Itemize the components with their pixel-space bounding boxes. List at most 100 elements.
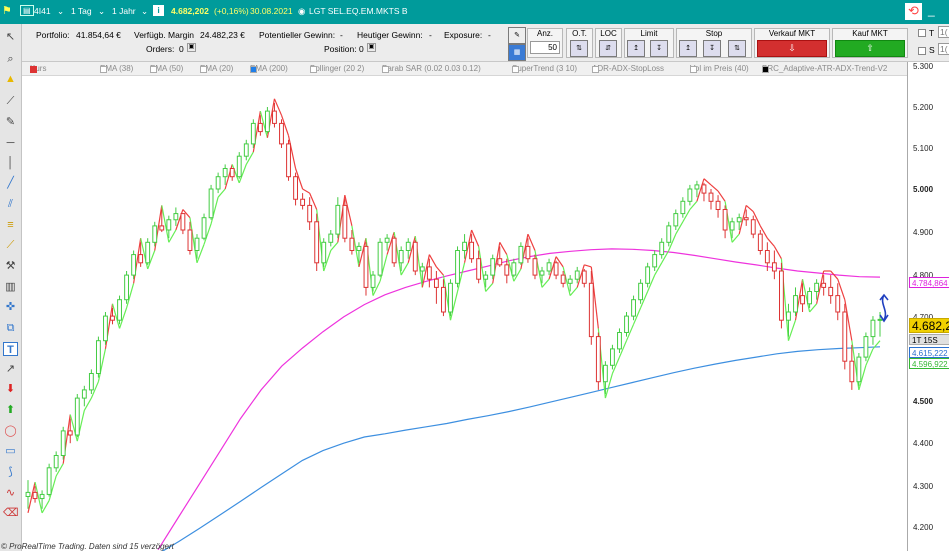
volume-icon[interactable]: ▥	[3, 280, 18, 294]
candle-body[interactable]	[159, 225, 165, 231]
zoom-icon[interactable]: ⌕	[3, 52, 18, 66]
candle-body[interactable]	[546, 262, 552, 272]
candle-body[interactable]	[560, 274, 566, 284]
chevron-down-icon[interactable]: ⌄	[141, 6, 148, 17]
candle-body[interactable]	[680, 200, 686, 215]
buy-market-button[interactable]: ⇧	[835, 40, 905, 57]
candle-body[interactable]	[25, 491, 31, 497]
candle-body[interactable]	[300, 198, 306, 206]
text-icon[interactable]: T	[3, 342, 18, 356]
candle-body[interactable]	[736, 217, 742, 223]
candle-body[interactable]	[349, 237, 355, 251]
copy-icon[interactable]: ⧉	[3, 321, 18, 335]
s-input[interactable]: 1(	[938, 43, 949, 55]
legend-checkbox[interactable]	[382, 66, 389, 73]
pencil-icon[interactable]: ✎	[3, 115, 18, 129]
candle-body[interactable]	[722, 209, 728, 231]
candle-body[interactable]	[377, 241, 383, 276]
candle-body[interactable]	[314, 221, 320, 264]
candle-body[interactable]	[715, 200, 721, 211]
gann-icon[interactable]: ⟋	[3, 238, 18, 252]
candle-body[interactable]	[356, 245, 362, 251]
candle-body[interactable]	[166, 219, 172, 231]
candle-body[interactable]	[448, 282, 453, 313]
candle-body[interactable]	[95, 340, 101, 375]
t-input[interactable]: 1(	[938, 26, 949, 38]
candle-body[interactable]	[476, 258, 482, 280]
legend-item[interactable]: Parab SAR (0.02 0.03 0.12)	[382, 64, 481, 73]
candle-body[interactable]	[504, 264, 510, 276]
candle-body[interactable]	[426, 266, 432, 280]
candle-body[interactable]	[553, 262, 559, 276]
candle-body[interactable]	[525, 245, 531, 260]
candle-body[interactable]	[455, 250, 460, 284]
candle-body[interactable]	[250, 122, 256, 145]
candle-body[interactable]	[631, 299, 636, 317]
candle-body[interactable]	[53, 455, 59, 469]
stop-sell-icon[interactable]: ↧	[703, 40, 721, 57]
alert-icon[interactable]: ▲	[3, 72, 18, 86]
candle-body[interactable]	[828, 286, 834, 297]
interval-selector[interactable]: 1 Tag	[71, 6, 92, 16]
candle-body[interactable]	[532, 258, 538, 276]
candle-body[interactable]	[67, 430, 73, 436]
candle-body[interactable]	[321, 241, 327, 264]
legend-item[interactable]: EMA (200)	[250, 64, 288, 73]
candle-body[interactable]	[272, 110, 277, 124]
eraser-icon[interactable]: ⌫	[3, 506, 19, 520]
channel-icon[interactable]: ⫽	[3, 197, 18, 211]
candle-body[interactable]	[497, 258, 503, 266]
candle-body[interactable]	[131, 254, 137, 276]
legend-checkbox[interactable]	[150, 66, 157, 73]
candle-body[interactable]	[835, 295, 841, 313]
polyline-icon[interactable]: ⟆	[3, 465, 18, 479]
candle-body[interactable]	[856, 356, 862, 383]
candle-body[interactable]	[145, 241, 151, 264]
candle-body[interactable]	[877, 318, 883, 321]
candle-body[interactable]	[483, 274, 489, 280]
legend-item[interactable]: Bollinger (20 2)	[310, 64, 364, 73]
quantity-input[interactable]: 50	[530, 41, 560, 54]
candle-body[interactable]	[462, 241, 467, 252]
cursor-icon[interactable]: ↖	[3, 30, 18, 44]
candle-body[interactable]	[694, 184, 700, 190]
candle-body[interactable]	[307, 204, 313, 223]
candle-body[interactable]	[771, 262, 777, 272]
hline-icon[interactable]: ─	[3, 136, 18, 150]
legend-checkbox[interactable]	[762, 66, 769, 73]
candle-body[interactable]	[666, 225, 672, 243]
candle-body[interactable]	[370, 274, 376, 288]
candle-body[interactable]	[870, 319, 876, 338]
legend-item[interactable]: PRC_Adaptive-ATR-ADX-Trend-V2	[762, 64, 887, 73]
candle-body[interactable]	[624, 315, 629, 334]
candle-body[interactable]	[39, 493, 45, 500]
candle-body[interactable]	[60, 430, 66, 456]
legend-checkbox[interactable]	[512, 66, 519, 73]
keypad-icon[interactable]: ▦	[508, 44, 526, 61]
candle-body[interactable]	[673, 213, 679, 227]
candle-body[interactable]	[391, 237, 397, 264]
candle-body[interactable]	[539, 270, 545, 276]
candle-body[interactable]	[701, 184, 707, 194]
position-expand-icon[interactable]: ▣	[367, 43, 376, 52]
stop-buy-icon[interactable]: ↥	[679, 40, 697, 57]
candle-body[interactable]	[729, 221, 735, 231]
candle-body[interactable]	[88, 373, 94, 391]
candle-body[interactable]	[103, 315, 108, 342]
candle-body[interactable]	[398, 250, 404, 264]
rectangle-icon[interactable]: ▭	[3, 444, 18, 458]
vline-icon[interactable]: │	[3, 156, 18, 170]
arrow-up-icon[interactable]: ⬆	[3, 403, 18, 417]
candle-body[interactable]	[342, 204, 348, 239]
candle-body[interactable]	[433, 278, 439, 288]
stop-trail-icon[interactable]: ⇅	[728, 40, 746, 57]
candle-body[interactable]	[243, 143, 249, 157]
candle-body[interactable]	[180, 213, 186, 231]
candle-body[interactable]	[419, 266, 425, 272]
candle-body[interactable]	[743, 217, 749, 221]
limit-buy-icon[interactable]: ↥	[627, 40, 645, 57]
instrument-name[interactable]: LGT SEL.EQ.EM.MKTS B	[309, 6, 408, 16]
candle-body[interactable]	[786, 311, 791, 321]
candle-body[interactable]	[293, 176, 298, 200]
candle-body[interactable]	[842, 311, 848, 362]
